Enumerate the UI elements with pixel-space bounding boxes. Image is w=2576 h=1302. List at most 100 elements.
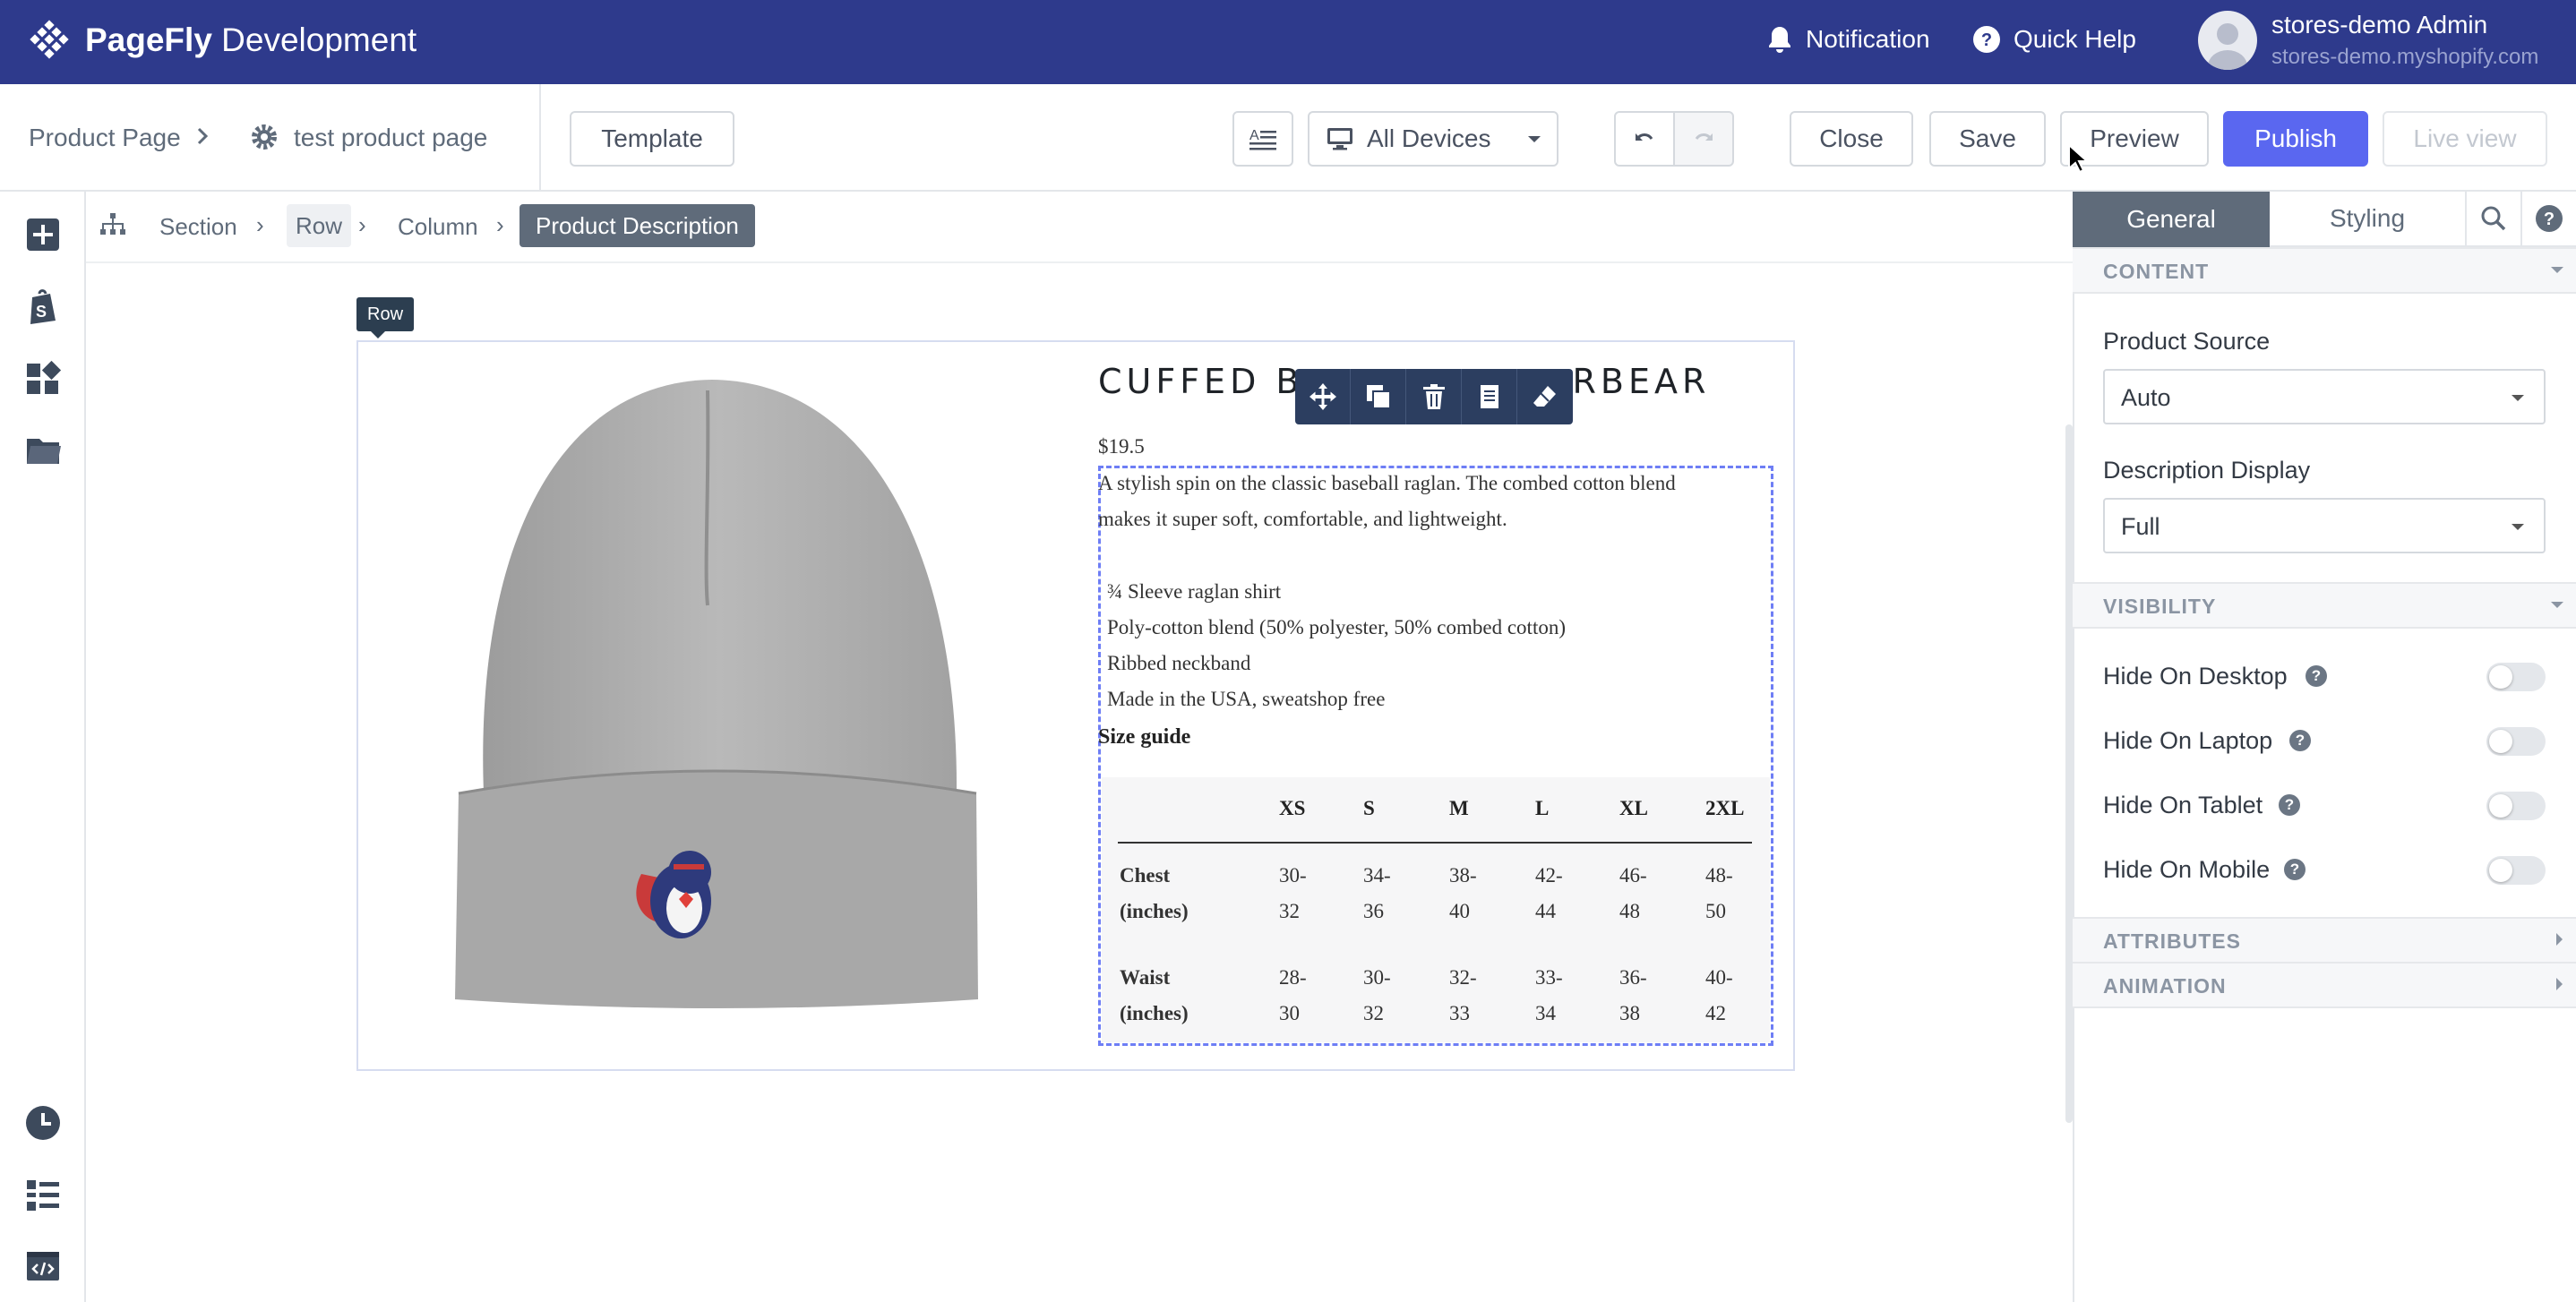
hide-on-mobile-toggle[interactable] bbox=[2486, 856, 2546, 885]
search-icon[interactable] bbox=[2465, 192, 2520, 247]
user-name[interactable]: stores-demo Admin bbox=[2271, 11, 2487, 39]
hide-on-laptop-toggle[interactable] bbox=[2486, 727, 2546, 756]
widgets-icon[interactable] bbox=[23, 358, 63, 398]
notification-button[interactable]: Notification bbox=[1766, 25, 1930, 54]
code-editor-icon[interactable] bbox=[23, 1246, 63, 1286]
monitor-icon bbox=[1327, 128, 1352, 150]
hide-on-desktop-toggle[interactable] bbox=[2486, 663, 2546, 691]
save-button[interactable]: Save bbox=[1929, 111, 2046, 167]
table-header: XL bbox=[1619, 797, 1648, 819]
product-source-label: Product Source bbox=[2103, 328, 2271, 355]
description-display-select[interactable]: Full bbox=[2103, 498, 2546, 553]
template-button[interactable]: Template bbox=[570, 111, 734, 167]
eraser-icon[interactable] bbox=[1517, 369, 1573, 424]
layers-list-icon[interactable] bbox=[23, 1175, 63, 1214]
table-header: M bbox=[1449, 797, 1469, 819]
copy-style-icon[interactable] bbox=[1462, 369, 1517, 424]
live-view-button[interactable]: Live view bbox=[2383, 111, 2547, 167]
description-display-label: Description Display bbox=[2103, 457, 2311, 484]
description-bullet: Poly-cotton blend (50% polyester, 50% co… bbox=[1107, 616, 1566, 638]
chevron-right-icon: › bbox=[256, 211, 264, 238]
canvas-scrollbar[interactable] bbox=[2065, 424, 2073, 1123]
brand-name: PageFly Development bbox=[85, 21, 417, 58]
caret-right-icon bbox=[2555, 978, 2563, 990]
description-bullet: Ribbed neckband bbox=[1107, 652, 1251, 674]
device-select[interactable]: All Devices bbox=[1308, 111, 1558, 167]
row-label-badge: Row bbox=[356, 297, 415, 331]
hide-on-desktop-row: Hide On Desktop ? bbox=[2103, 659, 2546, 695]
element-breadcrumb bbox=[86, 192, 2073, 263]
tab-general[interactable]: General bbox=[2073, 192, 2270, 247]
toolbar-divider bbox=[539, 84, 541, 192]
section-content-header[interactable]: CONTENT bbox=[2073, 247, 2576, 294]
help-tooltip-icon[interactable]: ? bbox=[2284, 859, 2306, 880]
table-header: L bbox=[1535, 797, 1550, 819]
product-price[interactable]: $19.5 bbox=[1098, 435, 1145, 458]
help-icon[interactable]: ? bbox=[2520, 192, 2576, 247]
table-cell: 32- 33 bbox=[1449, 966, 1477, 1024]
duplicate-icon[interactable] bbox=[1351, 369, 1406, 424]
caret-down-icon bbox=[2551, 265, 2563, 274]
svg-text:?: ? bbox=[1981, 30, 1992, 50]
table-cell: 38- 40 bbox=[1449, 864, 1477, 922]
shopify-icon[interactable]: S bbox=[23, 287, 63, 326]
move-icon[interactable] bbox=[1295, 369, 1351, 424]
description-bullet: ¾ Sleeve raglan shirt bbox=[1107, 580, 1282, 603]
close-button[interactable]: Close bbox=[1790, 111, 1913, 167]
table-header: 2XL bbox=[1705, 797, 1745, 819]
undo-icon bbox=[1636, 133, 1653, 141]
svg-text:A: A bbox=[1249, 128, 1259, 143]
table-header: XS bbox=[1279, 797, 1306, 819]
text-align-icon: A bbox=[1249, 128, 1276, 150]
help-tooltip-icon[interactable]: ? bbox=[2306, 665, 2327, 687]
breadcrumb-column[interactable]: Column bbox=[398, 213, 478, 241]
mouse-cursor-icon bbox=[2067, 143, 2087, 174]
hide-on-tablet-toggle[interactable] bbox=[2486, 792, 2546, 820]
product-source-select[interactable]: Auto bbox=[2103, 369, 2546, 424]
svg-text:S: S bbox=[36, 303, 47, 321]
tab-styling[interactable]: Styling bbox=[2270, 192, 2465, 247]
help-tooltip-icon[interactable]: ? bbox=[2289, 730, 2311, 751]
breadcrumb-row[interactable]: Row bbox=[287, 204, 352, 247]
redo-button[interactable] bbox=[1673, 111, 1734, 167]
undo-button[interactable] bbox=[1614, 111, 1675, 167]
text-align-button[interactable]: A bbox=[1232, 111, 1293, 167]
history-icon[interactable] bbox=[23, 1103, 63, 1143]
breadcrumb-product-description[interactable]: Product Description bbox=[519, 204, 755, 247]
chevron-right-icon: › bbox=[358, 211, 366, 238]
table-cell: 28- 30 bbox=[1279, 966, 1307, 1024]
redo-icon bbox=[1695, 133, 1713, 141]
table-cell: 33- 34 bbox=[1535, 966, 1563, 1024]
table-cell: 36- 38 bbox=[1619, 966, 1647, 1024]
size-guide-heading: Size guide bbox=[1098, 725, 1191, 749]
chevron-down-icon bbox=[2512, 524, 2524, 530]
section-animation-header[interactable]: ANIMATION bbox=[2073, 962, 2576, 1008]
avatar[interactable] bbox=[2198, 11, 2257, 70]
sitemap-icon[interactable] bbox=[99, 211, 127, 240]
row-label-pointer bbox=[371, 331, 385, 338]
help-circle-icon: ? bbox=[1973, 26, 2000, 53]
page-name[interactable]: test product page bbox=[294, 124, 487, 152]
description-bullet: Made in the USA, sweatshop free bbox=[1107, 688, 1386, 710]
caret-right-icon bbox=[2555, 933, 2563, 946]
folder-icon[interactable] bbox=[23, 430, 63, 469]
svg-text:?: ? bbox=[2544, 210, 2555, 229]
breadcrumb-product-page[interactable]: Product Page bbox=[29, 124, 181, 152]
size-table bbox=[1102, 777, 1770, 1042]
product-image[interactable] bbox=[448, 373, 985, 1017]
add-element-icon[interactable] bbox=[23, 215, 63, 254]
table-header-rule bbox=[1118, 842, 1752, 844]
help-tooltip-icon[interactable]: ? bbox=[2279, 794, 2300, 816]
table-row-label: Chest (inches) bbox=[1120, 864, 1189, 922]
section-visibility-header[interactable]: VISIBILITY bbox=[2073, 582, 2576, 629]
publish-button[interactable]: Publish bbox=[2223, 111, 2368, 167]
gear-icon[interactable] bbox=[249, 122, 279, 152]
table-cell: 42- 44 bbox=[1535, 864, 1563, 922]
section-attributes-header[interactable]: ATTRIBUTES bbox=[2073, 917, 2576, 964]
quick-help-button[interactable]: ? Quick Help bbox=[1972, 25, 2136, 54]
table-header: S bbox=[1363, 797, 1375, 819]
delete-icon[interactable] bbox=[1406, 369, 1462, 424]
chevron-right-icon: › bbox=[496, 211, 504, 238]
hide-on-mobile-row: Hide On Mobile ? bbox=[2103, 852, 2546, 888]
breadcrumb-section[interactable]: Section bbox=[159, 213, 237, 241]
